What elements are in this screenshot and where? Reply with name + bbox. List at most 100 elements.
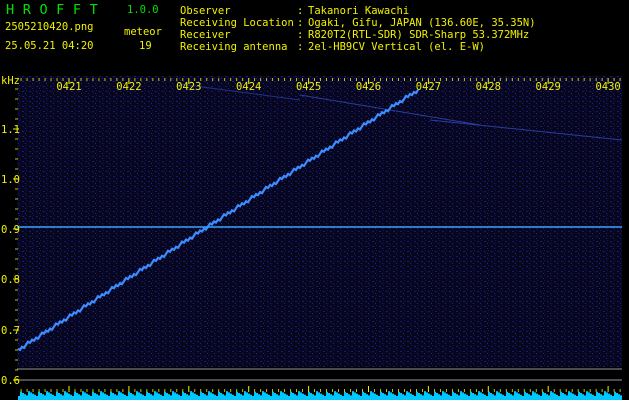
power-bar <box>362 391 364 400</box>
power-bar <box>318 392 320 400</box>
power-bar <box>124 394 126 400</box>
power-bar <box>304 394 306 400</box>
power-bar <box>234 396 236 400</box>
power-bar <box>182 391 184 400</box>
power-bar <box>46 391 48 400</box>
info-separator: : <box>297 29 304 41</box>
power-bar <box>344 391 346 400</box>
power-bar <box>28 391 30 400</box>
power-bar <box>90 396 92 400</box>
power-bar <box>126 396 128 400</box>
spectrogram-panel: 1.11.00.90.80.70.6 0421 0422 0423 0424 0425 0… <box>1 75 623 400</box>
power-bar <box>568 391 570 400</box>
power-bar <box>114 394 116 400</box>
power-bar <box>254 391 256 400</box>
power-bar <box>292 393 294 400</box>
power-bar <box>188 395 190 400</box>
info-separator: : <box>297 41 304 53</box>
power-bar <box>130 393 132 400</box>
power-bar <box>128 391 130 400</box>
power-bar <box>520 394 522 400</box>
power-bar <box>226 391 228 400</box>
power-bar <box>460 391 462 400</box>
power-bar <box>434 391 436 400</box>
power-bar <box>484 394 486 400</box>
power-bar <box>486 396 488 400</box>
power-bar <box>178 394 180 400</box>
power-bar <box>106 394 108 400</box>
power-bar <box>346 393 348 400</box>
power-bar <box>176 393 178 400</box>
power-bar <box>196 394 198 400</box>
power-bar <box>452 391 454 400</box>
power-bar <box>492 394 494 400</box>
power-bar <box>166 393 168 400</box>
y-axis-unit: kHz <box>1 75 20 87</box>
power-bar <box>80 395 82 400</box>
power-bar <box>516 392 518 400</box>
power-bar <box>386 395 388 400</box>
info-separator: : <box>297 17 304 29</box>
power-bar <box>220 393 222 400</box>
power-bar <box>556 394 558 400</box>
power-bar <box>410 393 412 400</box>
power-bar <box>350 395 352 400</box>
info-value: Takanori Kawachi <box>308 5 410 17</box>
power-bar <box>270 396 272 400</box>
power-bar <box>404 395 406 400</box>
power-bar <box>82 391 84 400</box>
power-bar <box>96 394 98 400</box>
power-bar <box>144 396 146 400</box>
y-tick-label: 1.1 <box>1 124 20 136</box>
power-bar <box>280 391 282 400</box>
info-key: Receiving Location <box>180 17 294 29</box>
info-value: R820T2(RTL-SDR) SDR-Sharp 53.372MHz <box>308 29 530 41</box>
power-bar <box>472 393 474 400</box>
power-bar <box>524 391 526 400</box>
power-bar <box>528 394 530 400</box>
power-bar <box>444 392 446 400</box>
power-bar <box>422 395 424 400</box>
power-bar <box>412 394 414 400</box>
power-bar <box>108 396 110 400</box>
power-bar <box>466 394 468 400</box>
power-bar <box>72 396 74 400</box>
power-bar <box>184 393 186 400</box>
power-bar <box>514 391 516 400</box>
power-bar <box>138 392 140 400</box>
power-bar <box>164 391 166 400</box>
power-bar <box>368 395 370 400</box>
power-bar <box>290 391 292 400</box>
power-bar <box>288 396 290 400</box>
power-bar <box>428 393 430 400</box>
power-bar <box>272 391 274 400</box>
power-bar <box>420 394 422 400</box>
power-bar <box>38 391 40 400</box>
power-bar <box>302 393 304 400</box>
power-bar <box>36 396 38 400</box>
power-bar <box>402 394 404 400</box>
power-bar <box>464 393 466 400</box>
power-bar <box>252 396 254 400</box>
power-bar <box>352 391 354 400</box>
power-bar <box>174 392 176 400</box>
power-bar <box>142 394 144 400</box>
power-bar <box>442 391 444 400</box>
power-bar <box>610 394 612 400</box>
power-bar <box>598 393 600 400</box>
power-bar <box>218 391 220 400</box>
power-bar <box>584 395 586 400</box>
power-bar <box>208 391 210 400</box>
power-bar <box>84 392 86 400</box>
power-bar <box>558 396 560 400</box>
power-bar <box>88 394 90 400</box>
power-bar <box>496 391 498 400</box>
info-key: Receiving antenna <box>180 41 288 53</box>
power-bar <box>456 394 458 400</box>
app-version: 1.0.0 <box>127 4 159 16</box>
power-bar <box>210 392 212 400</box>
power-bar <box>538 394 540 400</box>
power-bar <box>510 394 512 400</box>
power-bar <box>490 393 492 400</box>
power-bar <box>296 395 298 400</box>
